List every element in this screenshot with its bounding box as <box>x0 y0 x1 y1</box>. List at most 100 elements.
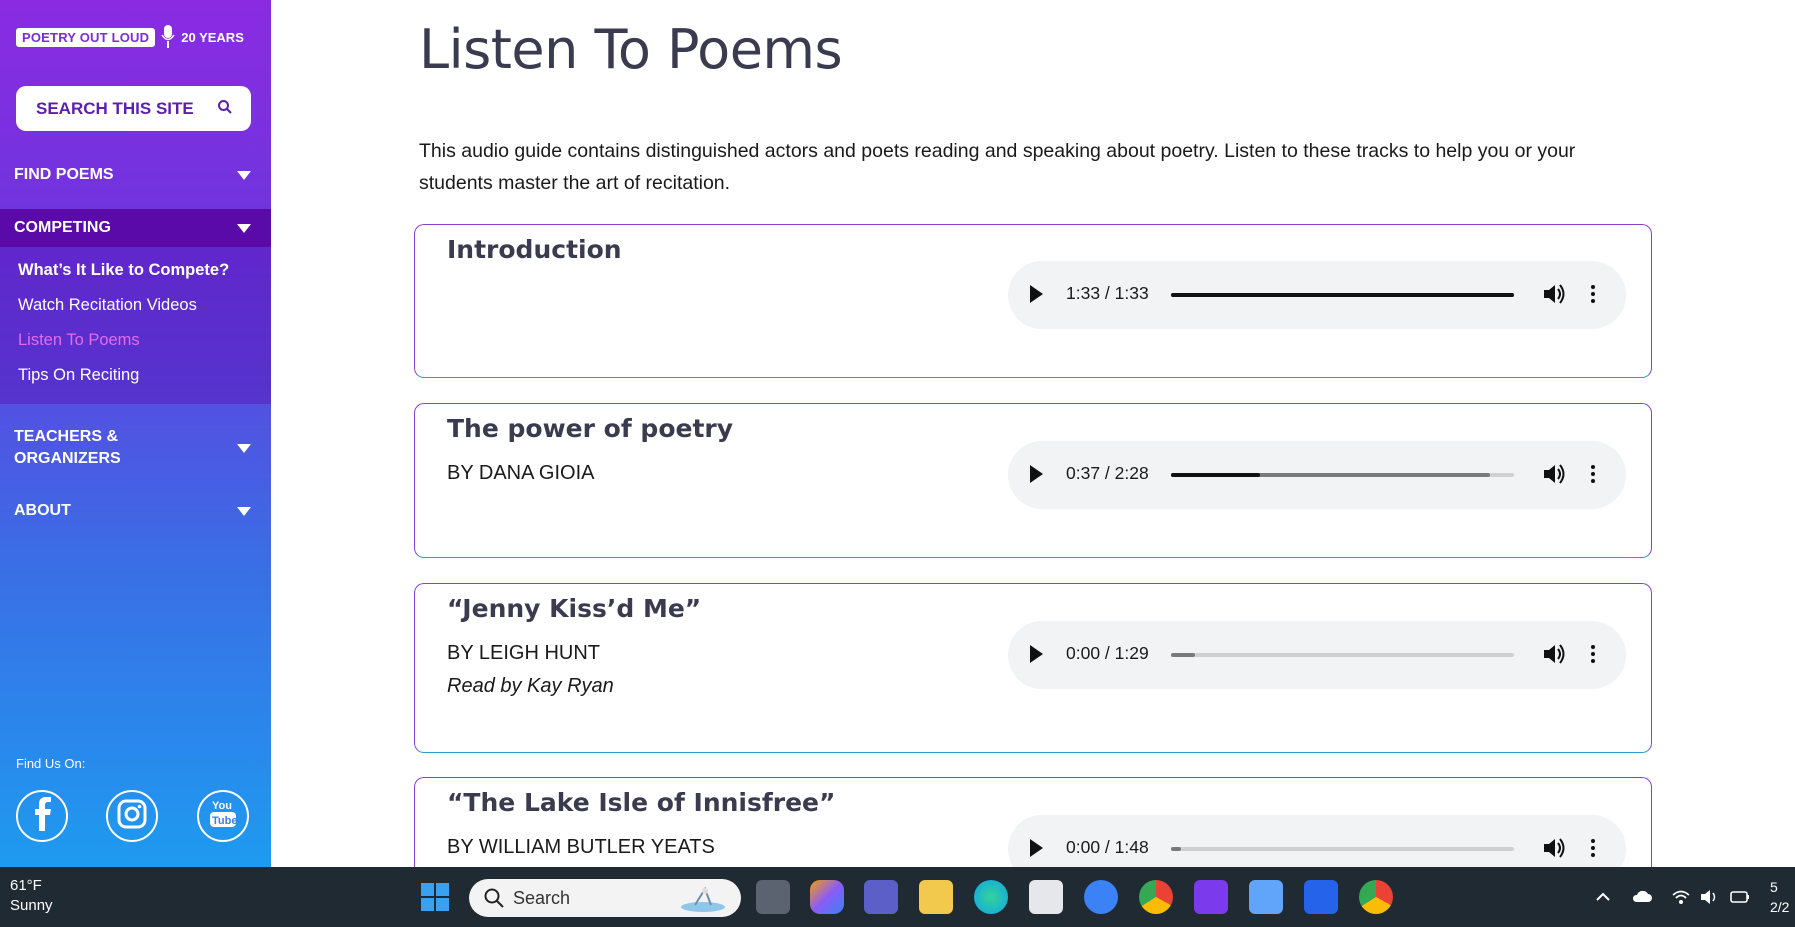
audio-progress-bar[interactable] <box>1171 473 1514 477</box>
volume-icon[interactable] <box>1541 835 1567 861</box>
track-author: BY DANA GIOIA <box>447 462 595 484</box>
audio-progress-bar[interactable] <box>1171 293 1514 297</box>
nav-teachers-line2: ORGANIZERS <box>14 450 121 467</box>
audio-time: 0:00 / 1:29 <box>1066 643 1149 663</box>
chevron-down-icon <box>237 223 251 233</box>
start-button[interactable] <box>418 880 452 914</box>
facebook-link[interactable] <box>16 790 68 842</box>
chevron-down-icon <box>237 443 251 453</box>
track-title: “The Lake Isle of Innisfree” <box>447 788 836 817</box>
page-title: Listen To Poems <box>419 18 843 81</box>
volume-icon[interactable] <box>1541 641 1567 667</box>
volume-icon[interactable] <box>1541 461 1567 487</box>
more-options-icon[interactable] <box>1588 835 1598 861</box>
audio-time: 0:37 / 2:28 <box>1066 463 1149 483</box>
facebook-icon <box>31 797 53 835</box>
youtube-icon: You Tube <box>208 797 238 835</box>
track-author: BY LEIGH HUNT <box>447 642 600 664</box>
app-icon[interactable] <box>1194 880 1228 914</box>
buffered-fill <box>1171 847 1182 851</box>
site-search-label: SEARCH THIS SITE <box>36 98 194 118</box>
help-icon[interactable] <box>1084 880 1118 914</box>
submenu-item-recitation-videos[interactable]: Watch Recitation Videos <box>18 296 197 315</box>
played-fill <box>1171 473 1261 477</box>
find-us-label: Find Us On: <box>16 756 86 771</box>
windows-icon <box>418 883 452 918</box>
svg-text:Tube: Tube <box>212 815 237 827</box>
track-reader: Read by Kay Ryan <box>447 675 614 697</box>
volume-icon[interactable] <box>1541 281 1567 307</box>
logo-tagline: 20 YEARS <box>181 29 244 45</box>
site-search-button[interactable]: SEARCH THIS SITE <box>16 86 251 131</box>
track-card: “Jenny Kiss’d Me” BY LEIGH HUNT Read by … <box>414 583 1652 753</box>
submenu-item-compete[interactable]: What’s It Like to Compete? <box>18 261 229 280</box>
nav-teachers-organizers[interactable]: TEACHERS & ORGANIZERS <box>0 425 271 471</box>
word-icon[interactable] <box>1304 880 1338 914</box>
control-panel-icon[interactable] <box>1249 880 1283 914</box>
audio-player: 0:00 / 1:29 <box>1008 621 1626 689</box>
file-explorer-icon[interactable] <box>919 880 953 914</box>
microsoft-store-icon[interactable] <box>1029 880 1063 914</box>
cloud-icon[interactable] <box>1631 887 1652 907</box>
more-options-icon[interactable] <box>1588 281 1598 307</box>
competing-submenu: What’s It Like to Compete? Watch Recitat… <box>0 247 271 404</box>
chevron-down-icon <box>237 170 251 180</box>
nav-find-poems-label: FIND POEMS <box>14 166 114 183</box>
task-view-icon[interactable] <box>756 880 790 914</box>
edge-browser-icon[interactable] <box>974 880 1008 914</box>
played-fill <box>1171 293 1514 297</box>
nav-competing[interactable]: COMPETING <box>0 209 271 247</box>
chrome-icon[interactable] <box>1139 880 1173 914</box>
submenu-item-listen-to-poems[interactable]: Listen To Poems <box>18 331 140 350</box>
search-icon <box>483 887 505 914</box>
clock-date: 2/2 <box>1770 899 1790 915</box>
search-highlight-icon <box>677 883 729 918</box>
taskbar-search-input[interactable]: Search <box>469 879 741 917</box>
weather-temperature[interactable]: 61°F <box>10 877 42 894</box>
nav-teachers-label: TEACHERS & ORGANIZERS <box>14 426 121 470</box>
wifi-icon[interactable] <box>1671 887 1691 907</box>
sidebar: POETRY OUT LOUD 20 YEARS SEARCH THIS SIT… <box>0 0 271 867</box>
track-author: BY WILLIAM BUTLER YEATS <box>447 836 715 858</box>
instagram-link[interactable] <box>106 790 158 842</box>
site-logo[interactable]: POETRY OUT LOUD 20 YEARS <box>16 22 244 52</box>
audio-time: 1:33 / 1:33 <box>1066 283 1149 303</box>
youtube-link[interactable]: You Tube <box>197 790 249 842</box>
battery-icon[interactable] <box>1729 887 1749 907</box>
taskbar-search-placeholder: Search <box>513 887 571 908</box>
speaker-icon[interactable] <box>1699 887 1719 907</box>
microphone-icon <box>161 24 175 50</box>
track-title: Introduction <box>447 235 622 264</box>
app-window: POETRY OUT LOUD 20 YEARS SEARCH THIS SIT… <box>0 0 1795 927</box>
instagram-icon <box>117 799 147 833</box>
track-card: Introduction 1:33 / 1:33 <box>414 224 1652 378</box>
play-icon[interactable] <box>1030 645 1043 663</box>
copilot-icon[interactable] <box>810 880 844 914</box>
weather-condition[interactable]: Sunny <box>10 897 53 914</box>
chevron-down-icon <box>237 506 251 516</box>
more-options-icon[interactable] <box>1588 461 1598 487</box>
nav-find-poems[interactable]: FIND POEMS <box>0 158 271 192</box>
play-icon[interactable] <box>1030 285 1043 303</box>
search-icon <box>217 99 233 119</box>
audio-progress-bar[interactable] <box>1171 847 1514 851</box>
play-icon[interactable] <box>1030 465 1043 483</box>
audio-time: 0:00 / 1:48 <box>1066 837 1149 857</box>
logo-wordmark: POETRY OUT LOUD <box>16 27 156 47</box>
audio-player: 1:33 / 1:33 <box>1008 261 1626 329</box>
track-card: The power of poetry BY DANA GIOIA 0:37 /… <box>414 403 1652 558</box>
audio-progress-bar[interactable] <box>1171 653 1514 657</box>
submenu-item-tips-on-reciting[interactable]: Tips On Reciting <box>18 366 139 385</box>
chevron-up-icon[interactable] <box>1593 887 1613 907</box>
chrome-profile-icon[interactable] <box>1359 880 1393 914</box>
system-clock[interactable]: 5 2/2 <box>1770 877 1789 917</box>
play-icon[interactable] <box>1030 839 1043 857</box>
teams-icon[interactable] <box>864 880 898 914</box>
track-title: The power of poetry <box>447 414 734 443</box>
track-title: “Jenny Kiss’d Me” <box>447 594 702 623</box>
audio-player: 0:37 / 2:28 <box>1008 441 1626 509</box>
svg-text:You: You <box>212 800 232 812</box>
more-options-icon[interactable] <box>1588 641 1598 667</box>
nav-about[interactable]: ABOUT <box>0 496 271 526</box>
nav-competing-label: COMPETING <box>14 219 111 236</box>
